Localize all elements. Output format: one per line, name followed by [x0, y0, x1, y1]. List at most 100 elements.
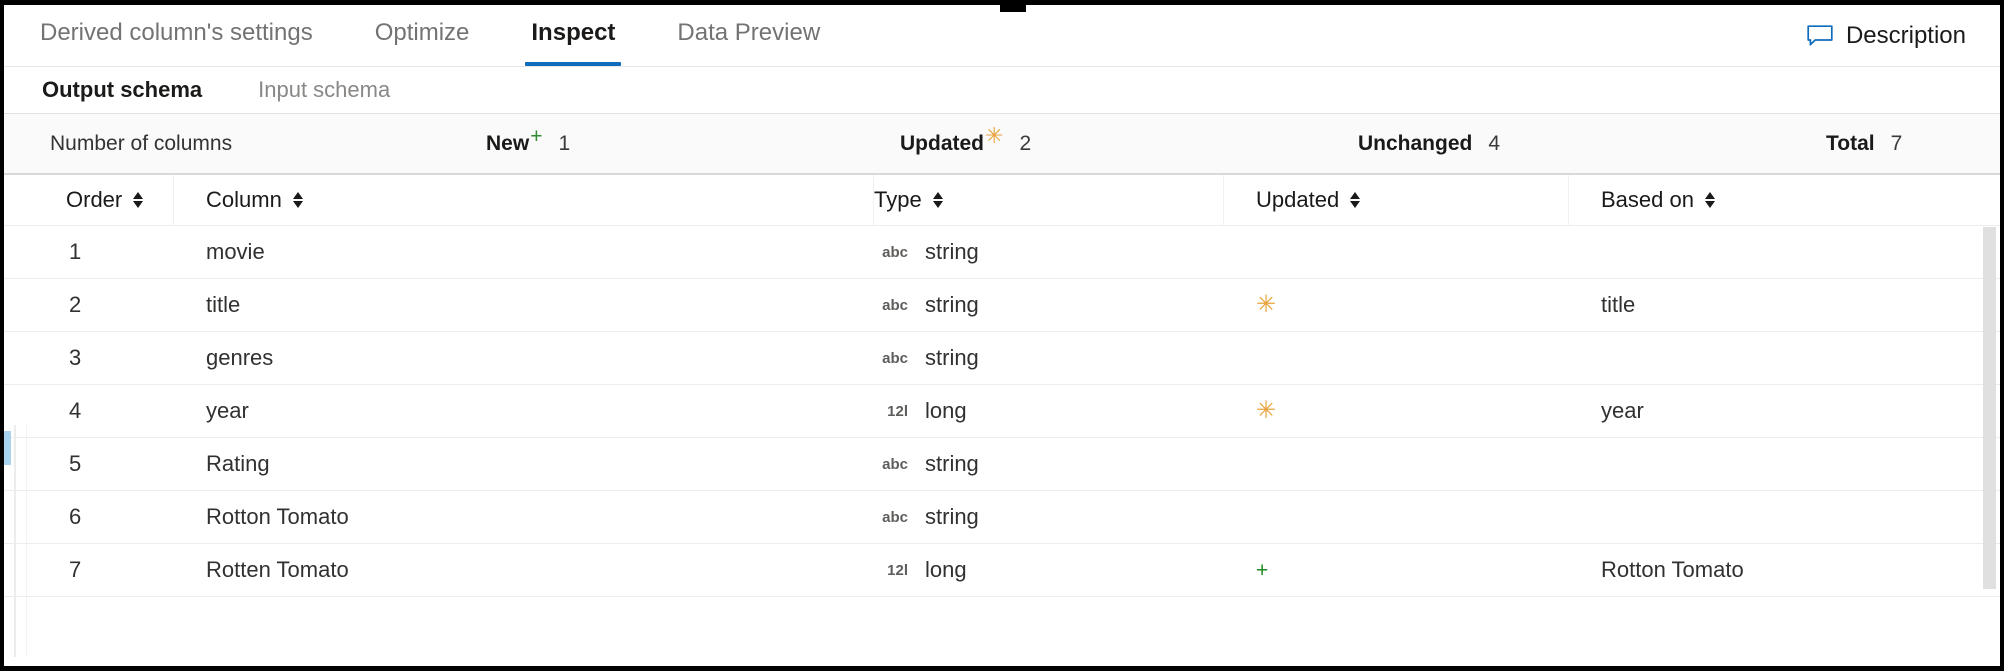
type-abc-icon: abc	[874, 509, 908, 526]
table-row[interactable]: 7 Rotten Tomato 12l long + Rotton Tomato	[4, 544, 2000, 597]
stat-unchanged-label: Unchanged	[1358, 132, 1472, 156]
cell-order: 3	[4, 332, 174, 384]
cell-type-label: long	[925, 557, 967, 583]
inspect-panel: Derived column's settings Optimize Inspe…	[0, 0, 2004, 671]
column-header-column-label: Column	[206, 187, 282, 213]
cell-updated	[1224, 226, 1569, 278]
stat-total: Total 7	[1826, 132, 1902, 156]
stat-total-label: Total	[1826, 132, 1875, 156]
stat-new: New + 1	[486, 132, 570, 156]
panel-left-rule-secondary	[26, 425, 27, 657]
cell-based-on	[1569, 438, 2000, 490]
cell-order: 6	[4, 491, 174, 543]
cell-column: Rating	[174, 438, 874, 490]
stat-new-label: New	[486, 132, 529, 156]
cell-column: title	[174, 279, 874, 331]
new-plus-icon: +	[1256, 560, 1268, 581]
cell-type: abc string	[874, 491, 1224, 543]
column-header-based-on-label: Based on	[1601, 187, 1694, 213]
cell-column: year	[174, 385, 874, 437]
type-abc-icon: abc	[874, 244, 908, 261]
scrollbar-thumb[interactable]	[1983, 227, 1996, 589]
row-selection-accent	[4, 431, 11, 465]
cell-column: Rotten Tomato	[174, 544, 874, 596]
tab-optimize[interactable]: Optimize	[375, 18, 470, 54]
cell-order: 5	[4, 438, 174, 490]
schema-tab-input[interactable]: Input schema	[258, 77, 390, 103]
cell-based-on	[1569, 491, 2000, 543]
type-number-icon: 12l	[874, 562, 908, 579]
description-label: Description	[1846, 22, 1966, 50]
table-row[interactable]: 1 movie abc string	[4, 226, 2000, 279]
cell-updated: +	[1224, 544, 1569, 596]
table-row[interactable]: 6 Rotton Tomato abc string	[4, 491, 2000, 544]
sort-icon[interactable]	[293, 190, 304, 210]
tab-strip: Derived column's settings Optimize Inspe…	[4, 5, 2000, 67]
cell-column: movie	[174, 226, 874, 278]
table-row[interactable]: 2 title abc string ✳ title	[4, 279, 2000, 332]
cell-updated: ✳	[1224, 385, 1569, 437]
cell-type: abc string	[874, 438, 1224, 490]
cell-based-on: year	[1569, 385, 2000, 437]
cell-order: 7	[4, 544, 174, 596]
tab-data-preview[interactable]: Data Preview	[677, 18, 820, 54]
cell-column: genres	[174, 332, 874, 384]
description-button[interactable]: Description	[1807, 22, 1966, 50]
table-row[interactable]: 5 Rating abc string	[4, 438, 2000, 491]
sort-icon[interactable]	[1705, 190, 1716, 210]
comment-icon	[1807, 25, 1833, 47]
updated-star-icon: ✳	[1256, 293, 1276, 317]
summary-label: Number of columns	[50, 132, 232, 156]
column-count-summary: Number of columns New + 1 Updated ✳ 2 Un…	[4, 114, 2000, 175]
updated-star-icon: ✳	[1256, 399, 1276, 423]
cell-based-on: title	[1569, 279, 2000, 331]
column-header-based-on[interactable]: Based on	[1569, 175, 2000, 225]
cell-updated: ✳	[1224, 279, 1569, 331]
cell-type: abc string	[874, 226, 1224, 278]
column-header-type-label: Type	[874, 187, 922, 213]
cell-order: 1	[4, 226, 174, 278]
panel-left-rule	[14, 425, 16, 657]
type-abc-icon: abc	[874, 297, 908, 314]
cell-based-on: Rotton Tomato	[1569, 544, 2000, 596]
cell-type: abc string	[874, 279, 1224, 331]
sort-icon[interactable]	[933, 190, 944, 210]
cell-updated	[1224, 491, 1569, 543]
cell-type: 12l long	[874, 385, 1224, 437]
type-abc-icon: abc	[874, 350, 908, 367]
tab-derived-column-settings[interactable]: Derived column's settings	[40, 18, 313, 54]
column-header-updated-label: Updated	[1256, 187, 1339, 213]
cell-type-label: string	[925, 239, 979, 265]
vertical-scrollbar[interactable]	[1983, 227, 1996, 589]
column-header-order[interactable]: Order	[4, 175, 174, 225]
stat-total-count: 7	[1891, 132, 1903, 156]
cell-based-on	[1569, 226, 2000, 278]
cell-order: 4	[4, 385, 174, 437]
schema-tab-output[interactable]: Output schema	[42, 77, 202, 103]
column-header-column[interactable]: Column	[174, 175, 874, 225]
schema-tab-bar: Output schema Input schema	[4, 67, 2000, 114]
cell-order: 2	[4, 279, 174, 331]
stat-unchanged-count: 4	[1488, 132, 1500, 156]
type-abc-icon: abc	[874, 456, 908, 473]
sort-icon[interactable]	[133, 190, 144, 210]
cell-type-label: string	[925, 451, 979, 477]
type-number-icon: 12l	[874, 403, 908, 420]
stat-updated-label: Updated	[900, 132, 984, 156]
sort-icon[interactable]	[1350, 190, 1361, 210]
window-top-notch	[1000, 5, 1026, 12]
cell-type: 12l long	[874, 544, 1224, 596]
tab-inspect[interactable]: Inspect	[531, 18, 615, 54]
cell-type: abc string	[874, 332, 1224, 384]
cell-updated	[1224, 438, 1569, 490]
cell-based-on	[1569, 332, 2000, 384]
column-header-updated[interactable]: Updated	[1224, 175, 1569, 225]
cell-column: Rotton Tomato	[174, 491, 874, 543]
stat-new-count: 1	[558, 132, 570, 156]
column-header-type[interactable]: Type	[874, 175, 1224, 225]
stat-unchanged: Unchanged 4	[1358, 132, 1500, 156]
cell-type-label: long	[925, 398, 967, 424]
table-row[interactable]: 3 genres abc string	[4, 332, 2000, 385]
cell-type-label: string	[925, 504, 979, 530]
table-row[interactable]: 4 year 12l long ✳ year	[4, 385, 2000, 438]
